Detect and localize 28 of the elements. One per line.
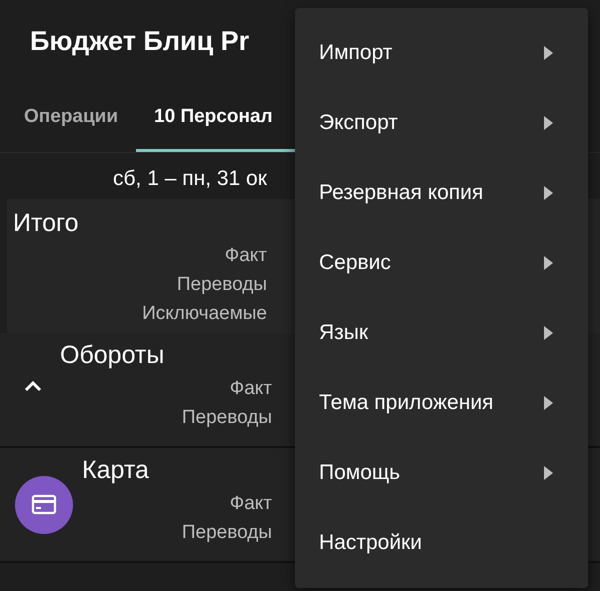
chevron-up-icon[interactable] [23,379,43,393]
menu-item[interactable]: Язык [295,298,588,368]
menu-label: Экспорт [319,111,398,135]
tab[interactable]: Операции [0,84,136,152]
row-label: Переводы [180,521,272,545]
row-label: Переводы [176,273,267,297]
row-label: Исключаемые [141,302,267,326]
menu-label: Сервис [319,251,391,275]
row-label: Переводы [180,406,272,430]
menu-label: Импорт [319,41,392,65]
menu-item[interactable]: Настройки [295,508,588,578]
menu-label: Язык [319,321,368,345]
row-label: Факт [224,244,267,268]
menu-item[interactable]: Сервис [295,228,588,298]
card-icon [15,476,73,534]
group-title: Карта [81,456,150,486]
menu-item[interactable]: Тема приложения [295,368,588,438]
menu-label: Тема приложения [319,391,494,415]
app-title: Бюджет Блиц Pr [30,26,250,57]
group-title: Обороты [59,341,166,371]
menu-label: Помощь [319,461,400,485]
menu-label: Настройки [319,531,422,555]
menu-label: Резервная копия [319,181,484,205]
row-label: Факт [228,492,272,516]
menu-item[interactable]: Резервная копия [295,158,588,228]
summary-title: Итого [12,209,80,239]
row-label: Факт [228,377,272,401]
menu-item[interactable]: Помощь [295,438,588,508]
